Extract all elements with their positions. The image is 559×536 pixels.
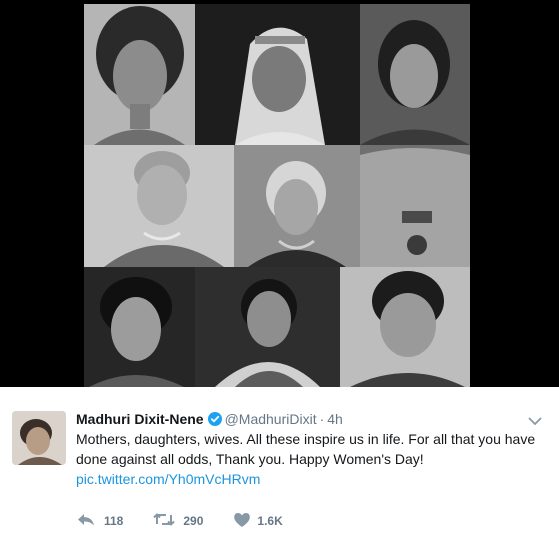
retweet-count: 290 xyxy=(183,514,204,528)
retweet-icon xyxy=(153,512,183,530)
avatar[interactable] xyxy=(12,411,66,465)
like-count: 1.6K xyxy=(257,514,283,528)
heart-icon xyxy=(233,512,259,531)
collage-photo-3 xyxy=(360,4,470,145)
reply-button[interactable]: 118 xyxy=(76,512,123,530)
tweet-text: Mothers, daughters, wives. All these ins… xyxy=(76,431,536,467)
retweet-button[interactable]: 290 xyxy=(153,512,203,530)
collage-photo-4 xyxy=(84,145,234,267)
reply-count: 118 xyxy=(104,514,124,528)
separator-dot: · xyxy=(319,411,325,427)
tweet-actions: 118 290 1.6K xyxy=(76,511,313,531)
collage-photo-2 xyxy=(195,4,360,145)
collage-photo-5 xyxy=(234,145,360,267)
collage-photo-6 xyxy=(360,145,470,267)
collage-photo-9 xyxy=(340,267,470,387)
reply-icon xyxy=(76,512,104,530)
display-name[interactable]: Madhuri Dixit-Nene xyxy=(76,411,204,427)
tweet: Madhuri Dixit-Nene @MadhuriDixit · 4h Mothe… xyxy=(0,387,559,536)
collage-photo-8 xyxy=(195,267,340,387)
collage-photo-1 xyxy=(84,4,195,145)
photo-collage xyxy=(84,4,470,387)
user-handle[interactable]: @MadhuriDixit xyxy=(225,411,317,427)
tweet-header: Madhuri Dixit-Nene @MadhuriDixit · 4h xyxy=(76,411,343,429)
tweet-timestamp[interactable]: 4h xyxy=(327,411,343,427)
tweet-media[interactable] xyxy=(0,0,559,387)
media-link[interactable]: pic.twitter.com/Yh0mVcHRvm xyxy=(76,471,260,487)
like-button[interactable]: 1.6K xyxy=(233,512,283,531)
collage-photo-7 xyxy=(84,267,195,387)
verified-badge-icon xyxy=(207,412,222,429)
